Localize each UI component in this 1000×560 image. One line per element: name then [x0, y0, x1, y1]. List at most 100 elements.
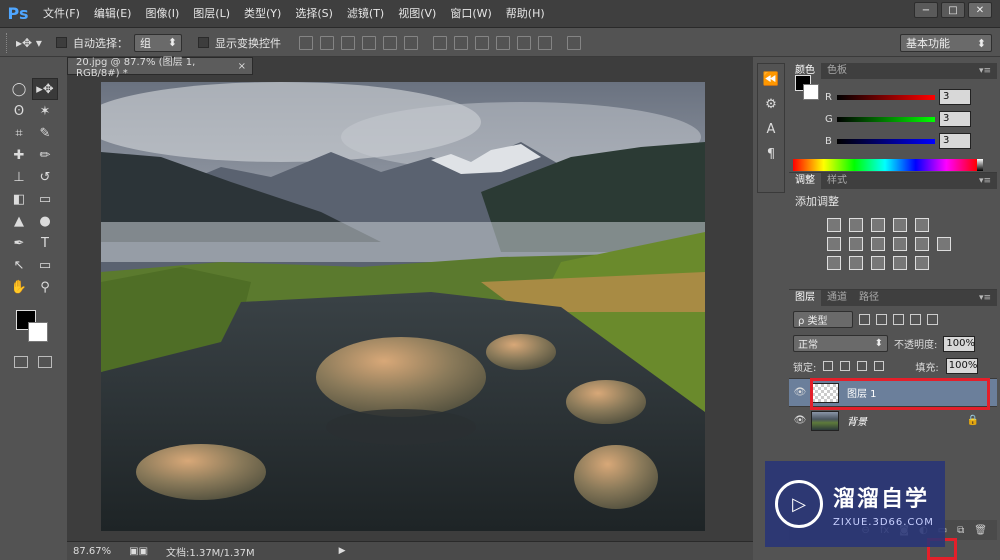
color-balance-icon[interactable]: [849, 237, 863, 251]
menu-file[interactable]: 文件(F): [36, 0, 87, 28]
tab-layers[interactable]: 图层: [789, 290, 821, 306]
type-tool-icon[interactable]: T: [32, 232, 58, 254]
hue-saturation-icon[interactable]: [827, 237, 841, 251]
filter-pixel-icon[interactable]: [859, 314, 870, 325]
channel-mixer-icon[interactable]: [915, 237, 929, 251]
eraser-tool-icon[interactable]: ◧: [6, 188, 32, 210]
filter-type-icon[interactable]: [893, 314, 904, 325]
distribute-bottom-icon[interactable]: [475, 35, 489, 50]
screen-mode-icon[interactable]: [38, 356, 52, 368]
menu-type[interactable]: 类型(Y): [237, 0, 288, 28]
blur-tool-icon[interactable]: ▲: [6, 210, 32, 232]
eyedropper-tool-icon[interactable]: ✎: [32, 122, 58, 144]
document-tab-close-icon[interactable]: ×: [238, 61, 246, 72]
opacity-field[interactable]: 100%: [943, 335, 976, 352]
green-value-field[interactable]: 3: [939, 111, 971, 127]
healing-brush-tool-icon[interactable]: ✚: [6, 144, 32, 166]
menu-help[interactable]: 帮助(H): [499, 0, 552, 28]
lock-position-icon[interactable]: [857, 361, 868, 371]
threshold-icon[interactable]: [871, 256, 885, 270]
properties-panel-icon[interactable]: ⚙: [765, 97, 777, 112]
pen-tool-icon[interactable]: ✒: [6, 232, 32, 254]
history-panel-icon[interactable]: ⏪: [763, 72, 779, 87]
distribute-top-icon[interactable]: [433, 35, 447, 50]
distribute-left-icon[interactable]: [496, 35, 510, 50]
invert-icon[interactable]: [827, 256, 841, 270]
dodge-tool-icon[interactable]: ●: [32, 210, 58, 232]
auto-align-icon[interactable]: [567, 35, 581, 50]
marquee-tool-icon[interactable]: ◯: [6, 78, 32, 100]
tab-swatches[interactable]: 色板: [821, 63, 853, 79]
magic-wand-tool-icon[interactable]: ✶: [32, 100, 58, 122]
status-icon[interactable]: ▣▣: [129, 546, 148, 557]
tab-paths[interactable]: 路径: [853, 290, 885, 306]
align-top-icon[interactable]: [299, 35, 313, 50]
clone-stamp-tool-icon[interactable]: ⊥: [6, 166, 32, 188]
distribute-right-icon[interactable]: [538, 35, 552, 50]
workspace-dropdown[interactable]: 基本功能 ⬍: [900, 34, 992, 52]
status-menu-arrow-icon[interactable]: ▶: [339, 546, 346, 556]
align-right-icon[interactable]: [404, 35, 418, 50]
vibrance-icon[interactable]: [915, 218, 929, 232]
layer-filter-dropdown[interactable]: ρ 类型: [793, 311, 853, 328]
character-panel-icon[interactable]: A: [767, 122, 776, 137]
lock-transparent-icon[interactable]: [823, 361, 834, 371]
blue-slider[interactable]: [837, 138, 935, 144]
filter-smart-object-icon[interactable]: [927, 314, 938, 325]
gradient-tool-icon[interactable]: ▭: [32, 188, 58, 210]
align-bottom-icon[interactable]: [341, 35, 355, 50]
menu-window[interactable]: 窗口(W): [443, 0, 498, 28]
menu-view[interactable]: 视图(V): [391, 0, 443, 28]
show-transform-checkbox[interactable]: [198, 37, 209, 48]
move-tool-icon[interactable]: ▸✥: [32, 78, 58, 100]
distribute-hcenter-icon[interactable]: [517, 35, 531, 50]
auto-select-dropdown[interactable]: 组 ⬍: [134, 33, 182, 52]
distribute-vcenter-icon[interactable]: [454, 35, 468, 50]
lock-image-icon[interactable]: [840, 361, 851, 371]
hand-tool-icon[interactable]: ✋: [6, 276, 32, 298]
maximize-button[interactable]: □: [941, 2, 965, 18]
move-tool-preset-icon[interactable]: ▸✥ ▾: [16, 33, 50, 53]
levels-icon[interactable]: [849, 218, 863, 232]
curves-icon[interactable]: [871, 218, 885, 232]
tab-styles[interactable]: 样式: [821, 173, 853, 189]
lock-all-icon[interactable]: [874, 361, 885, 371]
delete-layer-icon[interactable]: 🗑: [974, 525, 987, 536]
photo-filter-icon[interactable]: [893, 237, 907, 251]
green-slider[interactable]: [837, 116, 935, 122]
panel-menu-icon[interactable]: ▾≡: [979, 173, 991, 189]
black-white-icon[interactable]: [871, 237, 885, 251]
history-brush-tool-icon[interactable]: ↺: [32, 166, 58, 188]
zoom-level[interactable]: 87.67%: [73, 546, 111, 557]
document-canvas[interactable]: [101, 82, 705, 531]
minimize-button[interactable]: −: [914, 2, 938, 18]
close-button[interactable]: ✕: [968, 2, 992, 18]
tab-channels[interactable]: 通道: [821, 290, 853, 306]
align-vcenter-icon[interactable]: [320, 35, 334, 50]
brush-tool-icon[interactable]: ✏: [32, 144, 58, 166]
paragraph-panel-icon[interactable]: ¶: [767, 147, 775, 162]
menu-image[interactable]: 图像(I): [138, 0, 186, 28]
posterize-icon[interactable]: [849, 256, 863, 270]
tab-adjustments[interactable]: 调整: [789, 173, 821, 189]
zoom-tool-icon[interactable]: ⚲: [32, 276, 58, 298]
menu-edit[interactable]: 编辑(E): [87, 0, 139, 28]
brightness-contrast-icon[interactable]: [827, 218, 841, 232]
red-slider[interactable]: [837, 94, 935, 100]
align-left-icon[interactable]: [362, 35, 376, 50]
panel-menu-icon[interactable]: ▾≡: [979, 290, 991, 306]
filter-shape-icon[interactable]: [910, 314, 921, 325]
visibility-eye-icon[interactable]: 👁: [789, 415, 811, 426]
align-hcenter-icon[interactable]: [383, 35, 397, 50]
red-value-field[interactable]: 3: [939, 89, 971, 105]
color-panel-background[interactable]: [803, 84, 819, 100]
selective-color-icon[interactable]: [893, 256, 907, 270]
new-layer-icon[interactable]: ⧉: [957, 525, 964, 536]
exposure-icon[interactable]: [893, 218, 907, 232]
menu-select[interactable]: 选择(S): [288, 0, 340, 28]
auto-select-checkbox[interactable]: [56, 37, 67, 48]
color-lookup-icon[interactable]: [937, 237, 951, 251]
layer-row-background[interactable]: 👁 背景 🔒: [789, 406, 997, 434]
visibility-eye-icon[interactable]: 👁: [789, 387, 811, 398]
filter-adjustment-icon[interactable]: [876, 314, 887, 325]
